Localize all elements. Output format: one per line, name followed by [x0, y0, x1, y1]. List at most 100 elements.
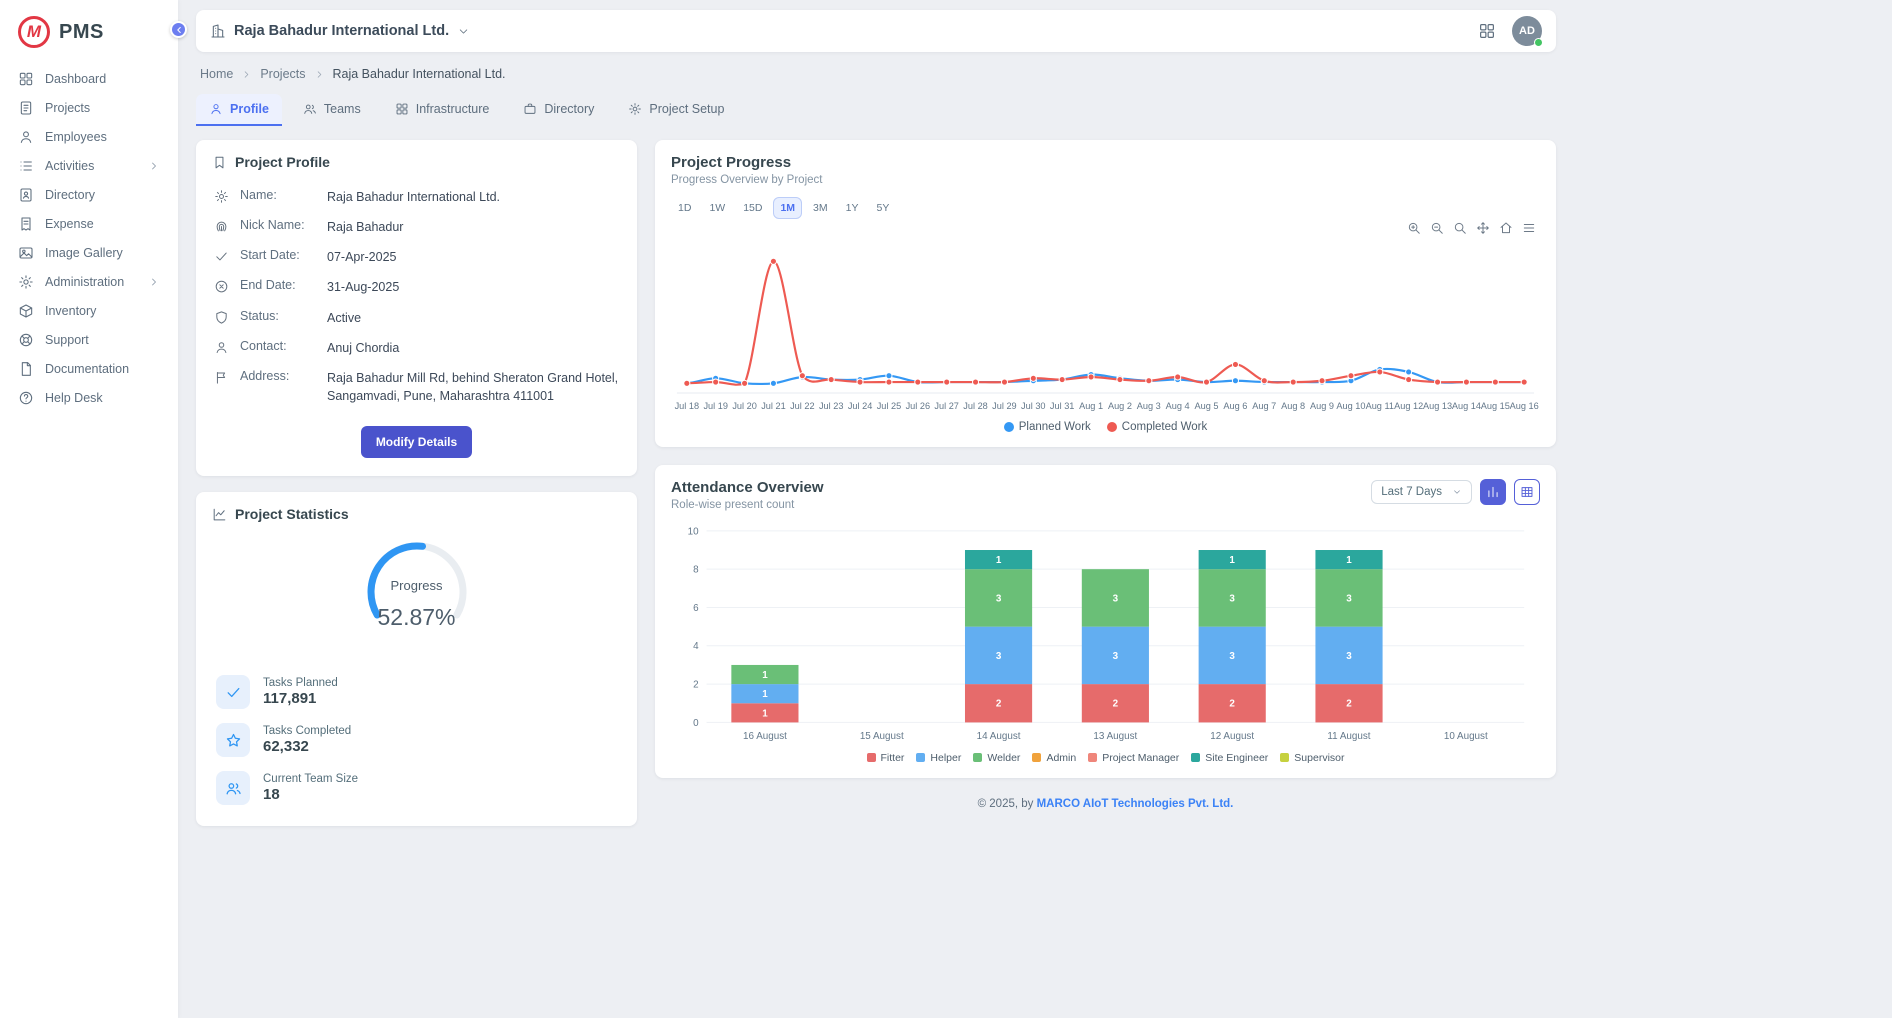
legend-label: Fitter — [881, 752, 905, 764]
range-3m[interactable]: 3M — [806, 197, 835, 219]
tab-directory[interactable]: Directory — [510, 94, 607, 126]
tab-profile[interactable]: Profile — [196, 94, 282, 126]
company-selector[interactable]: Raja Bahadur International Ltd. — [210, 23, 470, 39]
stat-team-size: Current Team Size 18 — [216, 764, 617, 812]
company-name: Raja Bahadur International Ltd. — [234, 23, 449, 39]
svg-text:Jul 29: Jul 29 — [992, 401, 1016, 411]
tab-label: Profile — [230, 102, 269, 116]
grid-icon — [1478, 22, 1496, 40]
avatar[interactable]: AD — [1512, 16, 1542, 46]
sidebar-item-help-desk[interactable]: Help Desk — [0, 384, 178, 412]
card-title: Project Profile — [235, 154, 330, 170]
legend-label: Helper — [930, 752, 961, 764]
tab-label: Directory — [544, 102, 594, 116]
svg-text:3: 3 — [996, 651, 1002, 662]
footer: © 2025, by MARCO AIoT Technologies Pvt. … — [655, 798, 1556, 810]
circle-x-icon — [214, 279, 229, 294]
menu-icon[interactable] — [1522, 221, 1536, 235]
svg-text:6: 6 — [693, 603, 699, 614]
sidebar-item-expense[interactable]: Expense — [0, 210, 178, 238]
company-link[interactable]: MARCO AIoT Technologies Pvt. Ltd. — [1037, 798, 1234, 810]
attendance-bar-chart[interactable]: 024681011116 August15 August233114 Augus… — [671, 519, 1540, 748]
legend-item[interactable]: Welder — [973, 752, 1020, 764]
svg-text:3: 3 — [1229, 651, 1235, 662]
briefcase-icon — [523, 102, 537, 116]
legend-item[interactable]: Site Engineer — [1191, 752, 1268, 764]
svg-text:13 August: 13 August — [1093, 731, 1137, 742]
legend-item[interactable]: Supervisor — [1280, 752, 1344, 764]
svg-text:Aug 5: Aug 5 — [1195, 401, 1219, 411]
sidebar-item-directory[interactable]: Directory — [0, 181, 178, 209]
breadcrumb-projects[interactable]: Projects — [260, 67, 305, 81]
range-1w[interactable]: 1W — [702, 197, 732, 219]
selection-zoom-icon[interactable] — [1453, 221, 1467, 235]
table-view-button[interactable] — [1514, 479, 1540, 505]
sidebar-item-label: Support — [45, 333, 89, 347]
legend-marker — [1107, 422, 1117, 432]
tab-project-setup[interactable]: Project Setup — [615, 94, 737, 126]
legend-item[interactable]: Planned Work — [1004, 421, 1091, 433]
svg-text:Aug 3: Aug 3 — [1137, 401, 1161, 411]
pan-icon[interactable] — [1476, 221, 1490, 235]
apps-grid-button[interactable] — [1478, 22, 1496, 40]
svg-text:Aug 14: Aug 14 — [1452, 401, 1481, 411]
field-value: Raja Bahadur Mill Rd, behind Sheraton Gr… — [327, 369, 619, 405]
legend-item[interactable]: Fitter — [867, 752, 905, 764]
legend-item[interactable]: Helper — [916, 752, 961, 764]
legend-label: Planned Work — [1019, 421, 1091, 433]
zoom-out-icon[interactable] — [1430, 221, 1444, 235]
legend-marker — [973, 753, 982, 762]
sidebar-item-activities[interactable]: Activities — [0, 152, 178, 180]
sidebar-item-documentation[interactable]: Documentation — [0, 355, 178, 383]
gauge-value: 52.87% — [342, 604, 492, 631]
range-1d[interactable]: 1D — [671, 197, 698, 219]
users-icon — [303, 102, 317, 116]
svg-text:Jul 24: Jul 24 — [848, 401, 872, 411]
svg-text:Jul 19: Jul 19 — [703, 401, 727, 411]
check-icon — [214, 249, 229, 264]
svg-text:1: 1 — [1229, 555, 1235, 566]
badge-icon — [214, 189, 229, 204]
legend-label: Project Manager — [1102, 752, 1179, 764]
sidebar-item-inventory[interactable]: Inventory — [0, 297, 178, 325]
modify-details-button[interactable]: Modify Details — [361, 426, 472, 458]
sidebar-item-label: Image Gallery — [45, 246, 123, 260]
date-range-select[interactable]: Last 7 Days — [1371, 480, 1472, 504]
legend-item[interactable]: Project Manager — [1088, 752, 1179, 764]
chevron-right-icon — [241, 69, 252, 80]
field-label: Name: — [240, 188, 316, 202]
range-1m[interactable]: 1M — [773, 197, 802, 219]
sidebar-item-employees[interactable]: Employees — [0, 123, 178, 151]
legend-label: Supervisor — [1294, 752, 1344, 764]
range-5y[interactable]: 5Y — [869, 197, 896, 219]
legend-item[interactable]: Completed Work — [1107, 421, 1207, 433]
breadcrumb-home[interactable]: Home — [200, 67, 233, 81]
range-15d[interactable]: 15D — [736, 197, 769, 219]
chevron-right-icon — [148, 276, 160, 288]
tab-teams[interactable]: Teams — [290, 94, 374, 126]
sidebar-item-administration[interactable]: Administration — [0, 268, 178, 296]
sidebar-item-image-gallery[interactable]: Image Gallery — [0, 239, 178, 267]
legend-item[interactable]: Admin — [1032, 752, 1076, 764]
legend-marker — [1032, 753, 1041, 762]
sidebar-item-support[interactable]: Support — [0, 326, 178, 354]
tab-infrastructure[interactable]: Infrastructure — [382, 94, 503, 126]
sidebar-item-projects[interactable]: Projects — [0, 94, 178, 122]
gauge-label: Progress — [342, 578, 492, 593]
sidebar-collapse-button[interactable] — [170, 21, 187, 38]
chart-view-button[interactable] — [1480, 479, 1506, 505]
sidebar-item-dashboard[interactable]: Dashboard — [0, 65, 178, 93]
zoom-in-icon[interactable] — [1407, 221, 1421, 235]
field-end-date: End Date: 31-Aug-2025 — [212, 272, 621, 302]
bar-chart-icon — [1486, 485, 1500, 499]
svg-text:Aug 7: Aug 7 — [1252, 401, 1276, 411]
svg-text:Aug 8: Aug 8 — [1281, 401, 1305, 411]
shield-icon — [214, 310, 229, 325]
card-title: Project Statistics — [235, 506, 349, 522]
tab-bar: Profile Teams Infrastructure Directory P… — [196, 94, 1556, 126]
home-icon[interactable] — [1499, 221, 1513, 235]
user-icon — [214, 340, 229, 355]
gear-icon — [628, 102, 642, 116]
range-1y[interactable]: 1Y — [839, 197, 866, 219]
progress-line-chart[interactable]: Jul 18Jul 19Jul 20Jul 21Jul 22Jul 23Jul … — [671, 235, 1540, 417]
